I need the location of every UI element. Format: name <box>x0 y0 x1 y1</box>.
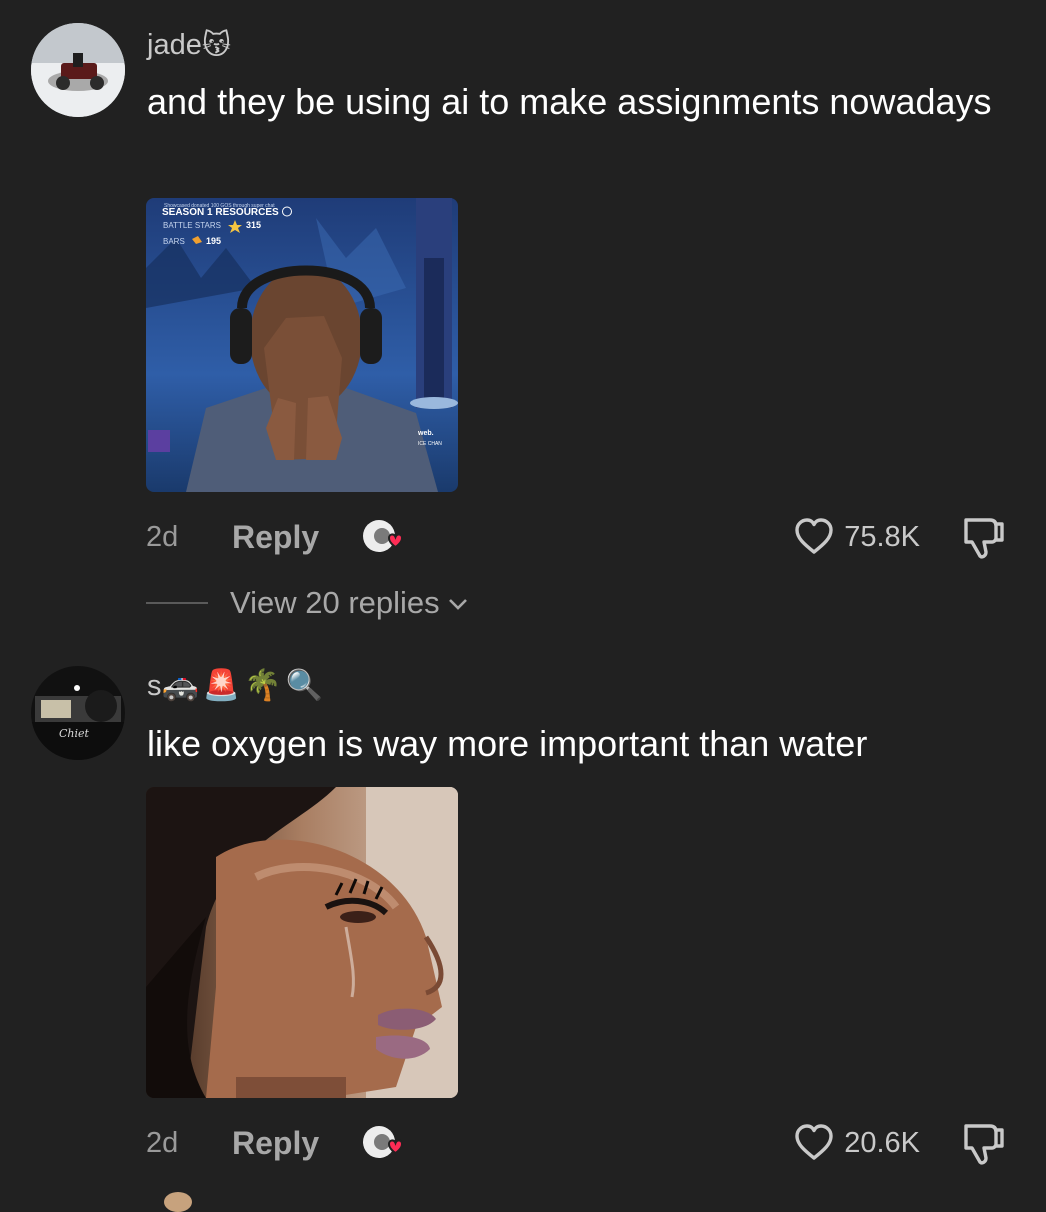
username[interactable]: jade😽 <box>147 28 231 62</box>
hud-bars-value: 195 <box>206 236 221 246</box>
avatar[interactable] <box>31 23 125 117</box>
comment-media-gif[interactable]: Showcased donated 100 GOS through super … <box>146 198 458 492</box>
like-button[interactable]: 20.6K <box>794 1118 920 1168</box>
hud-stars-value: 315 <box>246 220 261 230</box>
comment-text: like oxygen is way more important than w… <box>147 723 868 764</box>
username-emoji: 😽 <box>201 29 232 60</box>
comment-media-gif[interactable] <box>146 787 458 1098</box>
avatar[interactable]: Chiet <box>31 666 125 760</box>
like-button[interactable]: 75.8K <box>794 512 920 562</box>
comment-actions: 2d Reply <box>146 512 409 562</box>
thumbs-down-icon[interactable] <box>960 512 1006 562</box>
view-replies-button[interactable]: View 20 replies <box>146 583 470 623</box>
hud-bars-label: BARS <box>163 237 185 246</box>
divider-line <box>146 602 208 604</box>
comment-actions: 2d Reply <box>146 1118 409 1168</box>
comment-time: 2d <box>146 1126 179 1159</box>
heart-outline-icon <box>795 1124 833 1160</box>
hud-title: SEASON 1 RESOURCES <box>162 207 279 218</box>
avatar[interactable] <box>164 1192 192 1212</box>
view-replies-label: View 20 replies <box>230 585 440 620</box>
hud-chan: ICE CHAN <box>418 441 442 447</box>
avatar-text: Chiet <box>59 727 89 740</box>
chevron-down-icon <box>448 599 467 610</box>
reply-button[interactable]: Reply <box>232 1125 319 1162</box>
reply-button[interactable]: Reply <box>232 519 319 556</box>
hud-stars-label: BATTLE STARS <box>163 221 221 230</box>
comment-time: 2d <box>146 520 179 553</box>
username[interactable]: s🚓🚨🌴🔍 <box>147 668 327 703</box>
like-count: 20.6K <box>844 1126 920 1159</box>
username-emoji: 🚓🚨🌴🔍 <box>161 669 327 702</box>
heart-outline-icon <box>795 518 833 554</box>
thumbs-down-icon[interactable] <box>960 1118 1006 1168</box>
like-count: 75.8K <box>844 520 920 553</box>
sticker-reaction-icon[interactable] <box>359 1118 409 1168</box>
hud-web: web. <box>417 430 434 437</box>
comment-text: and they be using ai to make assignments… <box>147 81 992 122</box>
sticker-reaction-icon[interactable] <box>359 512 409 562</box>
